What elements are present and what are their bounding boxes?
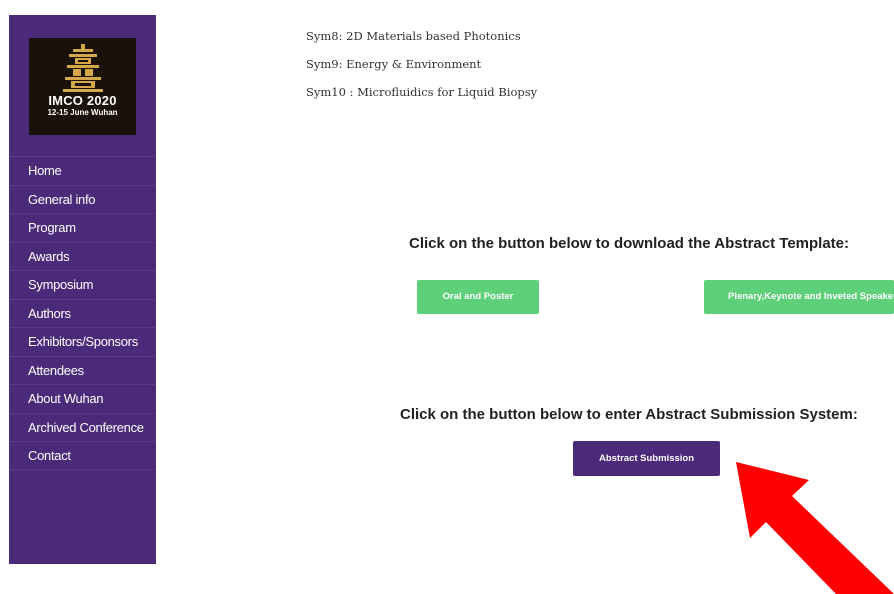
nav-item-exhibitors-sponsors[interactable]: Exhibitors/Sponsors	[9, 327, 156, 356]
page: IMCO 2020 12-15 June Wuhan Home General …	[0, 0, 894, 594]
sidebar-nav: Home General info Program Awards Symposi…	[9, 156, 156, 470]
nav-item-attendees[interactable]: Attendees	[9, 355, 156, 385]
abstract-submission-button[interactable]: Abstract Submission	[573, 441, 720, 476]
logo-subtitle: 12-15 June Wuhan	[47, 108, 118, 117]
gold-tower-emblem-icon	[62, 44, 103, 92]
nav-item-symposium[interactable]: Symposium	[9, 270, 156, 299]
submission-system-heading: Click on the button below to enter Abstr…	[400, 406, 858, 423]
symposium-item: Sym9: Energy & Environment	[306, 57, 482, 71]
nav-item-contact[interactable]: Contact	[9, 441, 156, 470]
symposium-item: Sym10 : Microfluidics for Liquid Biopsy	[306, 85, 538, 99]
template-download-heading: Click on the button below to download th…	[409, 235, 850, 252]
sidebar: IMCO 2020 12-15 June Wuhan Home General …	[9, 15, 156, 564]
plenary-keynote-template-button[interactable]: Plenary,Keynote and Inveted Speakers	[704, 280, 894, 314]
symposium-list: Sym8: 2D Materials based Photonics Sym9:…	[306, 28, 537, 112]
nav-item-program[interactable]: Program	[9, 213, 156, 242]
symposium-item: Sym8: 2D Materials based Photonics	[306, 29, 521, 43]
nav-item-about-wuhan[interactable]: About Wuhan	[9, 384, 156, 413]
logo-title: IMCO 2020	[48, 93, 117, 108]
nav-item-general-info[interactable]: General info	[9, 184, 156, 214]
nav-item-authors[interactable]: Authors	[9, 298, 156, 328]
nav-item-archived-conference[interactable]: Archived Conference	[9, 412, 156, 442]
nav-item-home[interactable]: Home	[9, 156, 156, 185]
nav-item-awards[interactable]: Awards	[9, 241, 156, 271]
conference-logo[interactable]: IMCO 2020 12-15 June Wuhan	[29, 38, 136, 135]
red-arrow-icon	[736, 462, 894, 594]
oral-poster-template-button[interactable]: Oral and Poster	[417, 280, 539, 314]
